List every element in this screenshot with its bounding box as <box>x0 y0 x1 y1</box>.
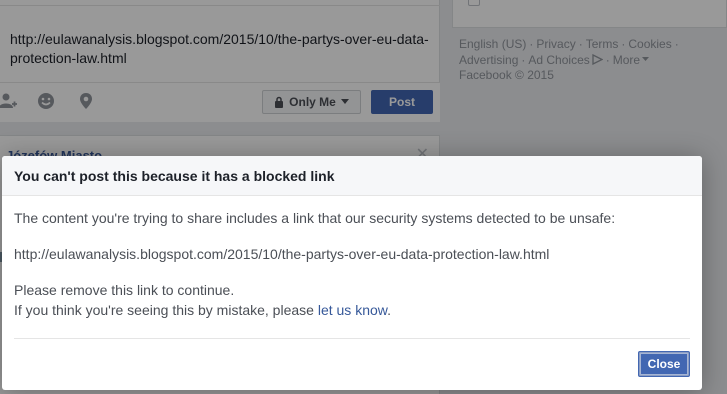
let-us-know-link[interactable]: let us know <box>318 302 387 318</box>
blocked-url: http://eulawanalysis.blogspot.com/2015/1… <box>14 246 550 262</box>
dialog-body: The content you're trying to share inclu… <box>2 196 702 319</box>
dialog-instruction: Please remove this link to continue. <box>14 282 235 298</box>
blocked-link-dialog: You can't post this because it has a blo… <box>2 156 702 390</box>
dialog-divider <box>14 338 690 339</box>
mistake-prefix: If you think you're seeing this by mista… <box>14 302 318 318</box>
mistake-suffix: . <box>387 302 391 318</box>
close-button[interactable]: Close <box>638 351 690 377</box>
dialog-message: The content you're trying to share inclu… <box>14 210 616 226</box>
facebook-page: http://eulawanalysis.blogspot.com/2015/1… <box>0 0 727 394</box>
dialog-mistake-text: If you think you're seeing this by mista… <box>14 301 690 319</box>
dialog-title: You can't post this because it has a blo… <box>2 156 702 196</box>
